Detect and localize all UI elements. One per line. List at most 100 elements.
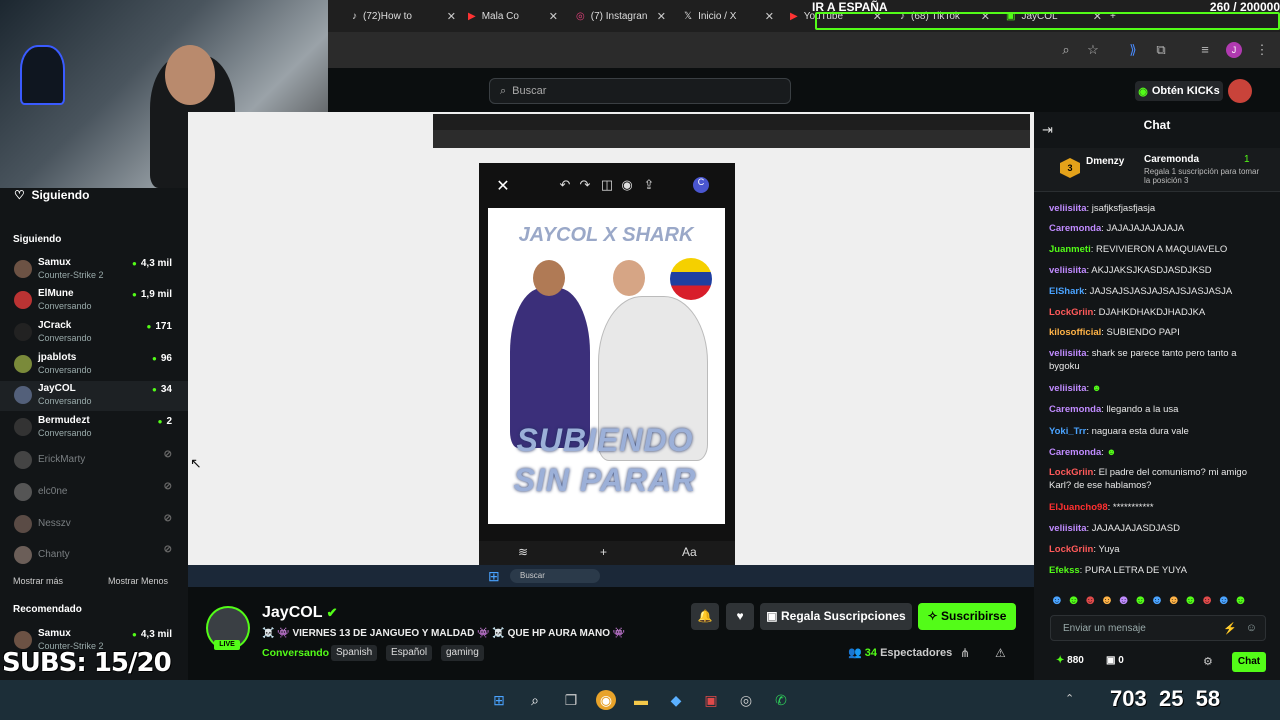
gift-subs-button[interactable]: ▣ Regala Suscripciones [760,603,912,630]
emote-icon[interactable]: ☻ [1117,592,1131,608]
sub-goal-bar [815,12,1280,30]
stream-tag[interactable]: Español [386,645,433,661]
chat-username[interactable]: LockGriin [1049,544,1093,555]
browser-tab[interactable]: ▶ Mala Co ✕ [468,6,558,26]
search-input[interactable]: ⌕ Buscar [489,78,791,104]
emote-icon[interactable]: ☻ [1050,592,1064,608]
chat-username[interactable]: kilosofficial [1049,327,1101,338]
windows-start-icon[interactable]: ⊞ [489,690,509,710]
emote-icon[interactable]: ☻ [1067,592,1081,608]
sidebar-item-jpablots[interactable]: jpablots Conversando 96 [0,350,188,380]
browser-tab[interactable]: 𝕏 Inicio / X ✕ [684,6,774,26]
close-icon[interactable]: ✕ [447,10,456,23]
add-icon[interactable]: + [600,545,607,559]
notifications-bell-button[interactable]: 🔔 [691,603,719,630]
chat-username[interactable]: ElJuancho98 [1049,502,1108,513]
sidebar-item-jaycol[interactable]: JayCOL Conversando 34 [0,381,188,411]
emote-icon[interactable]: ☻ [1083,592,1097,608]
send-chat-button[interactable]: Chat [1232,652,1266,672]
channel-name[interactable]: JayCOL [262,604,322,621]
show-less-link[interactable]: Mostrar Menos [108,576,168,586]
whatsapp-icon[interactable]: ✆ [771,690,791,710]
chat-username[interactable]: veliisiita [1049,265,1087,276]
undo-icon[interactable]: ↶ [557,177,573,193]
sticker-icon[interactable]: ◫ [599,177,615,193]
chrome-icon[interactable]: ◉ [596,690,616,710]
redo-icon[interactable]: ↷ [577,177,593,193]
profile-avatar[interactable]: J [1226,42,1242,58]
stream-tag[interactable]: Spanish [331,645,378,661]
emote-icon[interactable]: ☻ [1150,592,1164,608]
layers-icon[interactable]: ≋ [518,545,528,559]
sidebar-item-jcrack[interactable]: JCrack Conversando 171 [0,318,188,348]
chat-username[interactable]: Yoki_Trr [1049,426,1086,437]
show-more-link[interactable]: Mostrar más [13,576,63,586]
user-avatar[interactable]: C [693,177,709,193]
settings-gear-icon[interactable]: ⚙ [1203,655,1213,668]
bookmark-star-icon[interactable]: ☆ [1085,42,1101,58]
get-kicks-button[interactable]: ◉ Obtén KICKs [1135,81,1223,101]
chat-username[interactable]: Efekss [1049,565,1080,576]
chat-username[interactable]: Caremonda [1049,447,1101,458]
extension-icon[interactable]: ⟫ [1125,42,1141,58]
chat-username[interactable]: ElShark [1049,286,1084,297]
eye-icon[interactable]: ◉ [619,177,635,193]
chat-username[interactable]: veliisiita [1049,203,1087,214]
emote-icon[interactable]: ☻ [1200,592,1214,608]
chat-username[interactable]: Caremonda [1049,404,1101,415]
sidebar-item-elc0ne[interactable]: elc0ne ⊘ [0,478,188,508]
stream-category[interactable]: Conversando [262,647,329,659]
chat-input[interactable]: Enviar un mensaje ⚡ ☺ [1050,615,1266,641]
close-icon[interactable]: ✕ [493,176,513,196]
browser-tab[interactable]: ◎ (7) Instagran ✕ [576,6,666,26]
chat-username[interactable]: LockGriin [1049,467,1093,478]
chat-username[interactable]: LockGriin [1049,307,1093,318]
zoom-icon[interactable]: ⌕ [1058,42,1074,58]
share-icon[interactable]: ⇪ [641,177,657,193]
user-avatar[interactable] [1228,79,1252,103]
more-menu-icon[interactable]: ⋮ [1254,42,1270,58]
gift-icon: ▣ [766,609,778,623]
follow-heart-button[interactable]: ♥ [726,603,754,630]
share-icon[interactable]: ⋔ [960,646,970,660]
sidebar-item-chanty[interactable]: Chanty ⊘ [0,541,188,571]
sidebar-item-bermudezt[interactable]: Bermudezt Conversando 2 [0,413,188,443]
search-icon[interactable]: ⌕ [525,690,545,710]
app-icon[interactable]: ▣ [701,690,721,710]
chat-username[interactable]: veliisiita [1049,348,1087,359]
channel-points[interactable]: ✦ 880 [1056,655,1084,666]
close-icon[interactable]: ✕ [765,10,774,23]
sidebar-item-nesszv[interactable]: Nesszv ⊘ [0,510,188,540]
app-icon[interactable]: ◆ [666,690,686,710]
chat-username[interactable]: Juanmeti [1049,244,1091,255]
emoji-icon[interactable]: ☺ [1246,622,1257,634]
gifts-counter[interactable]: ▣ 0 [1106,655,1124,666]
emote-icon[interactable]: ☻ [1100,592,1114,608]
chat-username[interactable]: veliisiita [1049,523,1087,534]
text-tool-button[interactable]: Aa [682,545,697,559]
report-icon[interactable]: ⚠ [995,646,1006,660]
chat-username[interactable]: Caremonda [1049,223,1101,234]
subscribe-button[interactable]: ✧ Suscribirse [918,603,1016,630]
tray-chevron-icon[interactable]: ⌃ [1065,692,1074,705]
emote-icon[interactable]: ☻ [1184,592,1198,608]
stream-tag[interactable]: gaming [441,645,484,661]
app-icon[interactable]: ◎ [736,690,756,710]
task-view-icon[interactable]: ❐ [561,690,581,710]
file-explorer-icon[interactable]: ▬ [631,690,651,710]
puzzle-icon[interactable]: ⧉ [1153,42,1169,58]
media-icon[interactable]: ≡ [1197,42,1213,58]
emote-icon[interactable]: ☻ [1217,592,1231,608]
sidebar-item-erickmarty[interactable]: ErickMarty ⊘ [0,446,188,476]
emote-icon[interactable]: ☻ [1234,592,1248,608]
shortcut-icon[interactable]: ⚡ [1223,622,1237,635]
chat-username[interactable]: veliisiita [1049,383,1087,394]
sidebar-item-elmune[interactable]: ElMune Conversando 1,9 mil [0,286,188,316]
sidebar-item-samux[interactable]: Samux Counter-Strike 2 4,3 mil [0,255,188,285]
browser-tab[interactable]: ♪ (72)How to ✕ [352,6,456,26]
following-header[interactable]: ♡ Siguiendo [14,188,89,202]
close-icon[interactable]: ✕ [657,10,666,23]
emote-icon[interactable]: ☻ [1167,592,1181,608]
emote-icon[interactable]: ☻ [1133,592,1147,608]
close-icon[interactable]: ✕ [549,10,558,23]
